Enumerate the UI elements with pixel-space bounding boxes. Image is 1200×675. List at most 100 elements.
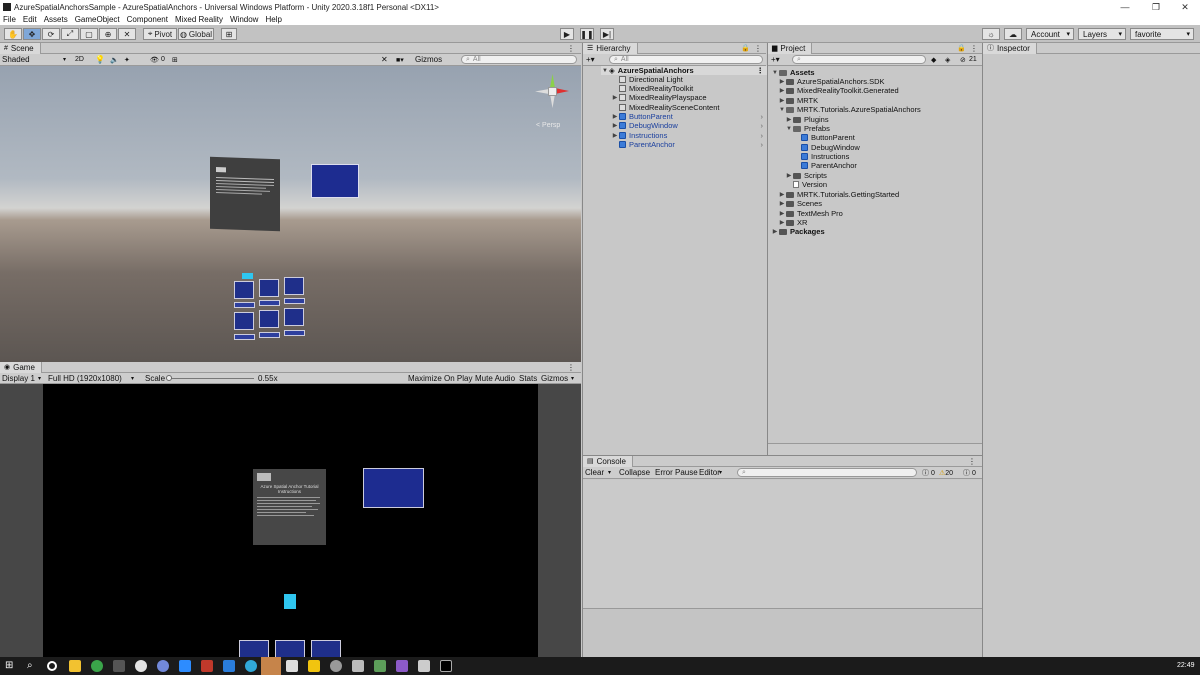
tab-console[interactable]: ▤ Console [583, 455, 633, 467]
chevron-down-icon[interactable]: ▾ [608, 469, 611, 476]
collapse-toggle[interactable]: Collapse [619, 468, 650, 477]
project-item[interactable]: ButtonParent [793, 133, 855, 142]
collab-icon[interactable]: ☼ [982, 28, 1000, 40]
layout-dropdown[interactable]: favorite [1130, 28, 1194, 40]
grid-icon[interactable]: ⊞ [172, 56, 178, 64]
snap-button[interactable]: ⊞ [221, 28, 237, 40]
project-item[interactable]: ▶ Packages [771, 227, 825, 236]
collapsed-arrow-icon[interactable]: ▶ [778, 97, 786, 104]
scene-viewport[interactable]: < Persp [0, 66, 581, 362]
layers-dropdown[interactable]: Layers [1078, 28, 1126, 40]
project-item[interactable]: ▶ Scenes [778, 199, 822, 208]
project-item[interactable]: ▶ Plugins [785, 115, 829, 124]
game-button-card[interactable] [275, 640, 305, 657]
project-item[interactable]: ParentAnchor [793, 161, 857, 170]
collapsed-arrow-icon[interactable]: ▶ [611, 94, 619, 101]
hidden-packages-icon[interactable]: ⊘ [960, 56, 966, 64]
resolution-dropdown[interactable]: Full HD (1920x1080) [48, 374, 122, 383]
panel-menu-icon[interactable]: ⋮ [970, 44, 978, 53]
effects-icon[interactable]: ✦ [124, 56, 130, 64]
collapsed-arrow-icon[interactable]: ▶ [778, 200, 786, 207]
expanded-arrow-icon[interactable]: ▼ [601, 68, 609, 74]
app-icon[interactable] [201, 660, 213, 672]
expanded-arrow-icon[interactable]: ▼ [771, 70, 779, 76]
move-tool-icon[interactable]: ✥ [23, 28, 41, 40]
menu-mixed-reality[interactable]: Mixed Reality [175, 15, 223, 24]
collapsed-arrow-icon[interactable]: ▶ [611, 132, 619, 139]
info-filter-toggle[interactable]: ⓘ 0 [922, 468, 935, 478]
project-item[interactable]: ▼ MRTK.Tutorials.AzureSpatialAnchors [778, 105, 921, 114]
pivot-button[interactable]: ⌖ Pivot [143, 28, 177, 40]
pause-button[interactable]: ❚❚ [580, 28, 594, 40]
collapsed-arrow-icon[interactable]: ▶ [611, 122, 619, 129]
collapsed-arrow-icon[interactable]: ▶ [778, 87, 786, 94]
project-item[interactable]: ▶ MixedRealityToolkit.Generated [778, 86, 899, 95]
tools-icon[interactable]: ✕ [381, 55, 388, 64]
edge-icon[interactable] [245, 660, 257, 672]
hierarchy-item[interactable]: MixedRealityToolkit [611, 84, 693, 93]
hierarchy-search-input[interactable]: ⌕ All [609, 55, 763, 64]
gizmos-dropdown[interactable]: Gizmos [415, 55, 442, 64]
panel-menu-icon[interactable]: ⋮ [754, 44, 762, 53]
scale-slider[interactable] [166, 375, 254, 381]
scene-menu-icon[interactable]: ⋮ [757, 66, 765, 75]
scene-button-card[interactable] [259, 310, 279, 328]
command-prompt-icon[interactable] [440, 660, 452, 672]
collapsed-arrow-icon[interactable]: ▶ [778, 219, 786, 226]
hand-tool-icon[interactable]: ✋ [4, 28, 22, 40]
warning-filter-toggle[interactable]: ⚠20 [939, 469, 953, 477]
app-green-icon[interactable] [374, 660, 386, 672]
unity-hub-icon[interactable] [261, 657, 281, 675]
hierarchy-item[interactable]: ▶ MixedRealityPlayspace [611, 93, 707, 102]
orientation-gizmo-icon[interactable] [533, 72, 573, 112]
visibility-icon[interactable]: 👁 [150, 56, 159, 64]
scene-button-card[interactable] [284, 277, 304, 295]
settings-icon[interactable] [330, 660, 342, 672]
hierarchy-item[interactable]: ▶ ButtonParent › [611, 112, 767, 121]
collapsed-arrow-icon[interactable]: ▶ [785, 172, 793, 179]
console-detail-area[interactable] [583, 608, 983, 658]
shading-dropdown[interactable]: Shaded [2, 55, 70, 64]
light-icon[interactable]: 💡 [95, 55, 105, 64]
project-search-input[interactable]: ⌕ [792, 55, 926, 64]
expanded-arrow-icon[interactable]: ▼ [778, 107, 786, 113]
persp-label[interactable]: < Persp [536, 122, 560, 129]
expanded-arrow-icon[interactable]: ▼ [785, 126, 793, 132]
global-button[interactable]: ◍ Global [178, 28, 214, 40]
project-item[interactable]: ▼ Prefabs [785, 124, 830, 133]
restore-icon[interactable]: ❐ [1141, 0, 1171, 14]
scene-button-card[interactable] [284, 308, 304, 326]
game-canvas[interactable]: Azure Spatial Anchor Tutorial Instructio… [43, 384, 538, 657]
collapsed-arrow-icon[interactable]: ▶ [778, 191, 786, 198]
game-button-anchor[interactable] [284, 594, 296, 609]
project-item[interactable]: Version [785, 180, 827, 189]
display-dropdown[interactable]: Display 1 [2, 374, 35, 383]
power-automate-icon[interactable] [308, 660, 320, 672]
panel-menu-icon[interactable]: ⋮ [567, 44, 575, 53]
project-item[interactable]: Instructions [793, 152, 849, 161]
stats-toggle[interactable]: Stats [519, 374, 537, 383]
error-pause-toggle[interactable]: Error Pause [655, 468, 698, 477]
tab-game[interactable]: ◉ Game [0, 361, 42, 373]
menu-assets[interactable]: Assets [44, 15, 68, 24]
terminal-icon[interactable] [113, 660, 125, 672]
file-explorer-icon[interactable] [69, 660, 81, 672]
minimize-icon[interactable]: — [1110, 0, 1140, 14]
windows-start-icon[interactable]: ⊞ [5, 660, 17, 672]
remote-desktop-icon[interactable] [352, 660, 364, 672]
hierarchy-item[interactable]: Directional Light [611, 75, 683, 84]
search-icon[interactable]: ⌕ [27, 660, 39, 672]
prefab-chevron-right-icon[interactable]: › [761, 131, 764, 140]
collapsed-arrow-icon[interactable]: ▶ [611, 113, 619, 120]
cloud-icon[interactable]: ☁ [1004, 28, 1022, 40]
tab-hierarchy[interactable]: ☰ Hierarchy [583, 42, 638, 54]
hierarchy-item[interactable]: MixedRealitySceneContent [611, 103, 719, 112]
collapsed-arrow-icon[interactable]: ▶ [778, 210, 786, 217]
gizmos-dropdown[interactable]: Gizmos [541, 374, 568, 383]
console-log-area[interactable] [583, 480, 983, 608]
zoom-icon[interactable] [179, 660, 191, 672]
game-debug-window[interactable] [363, 468, 424, 508]
prefab-chevron-right-icon[interactable]: › [761, 140, 764, 149]
tab-scene[interactable]: # Scene [0, 42, 41, 54]
scene-instructions-panel[interactable] [210, 156, 280, 232]
